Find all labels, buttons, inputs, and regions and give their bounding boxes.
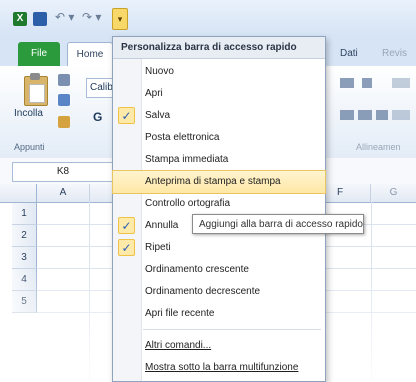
paste-button-label[interactable]: Incolla <box>14 108 43 119</box>
menu-item-label: Controllo ortografia <box>145 198 231 209</box>
menu-item-label: Mostra sotto la barra multifunzione <box>145 362 299 373</box>
column-header-a[interactable]: A <box>37 184 90 202</box>
merge-icon[interactable] <box>376 110 388 120</box>
menu-item-mostra-sotto[interactable]: Mostra sotto la barra multifunzione <box>113 357 325 379</box>
menu-item-apri[interactable]: Apri <box>113 83 325 105</box>
excel-window: X ↶ ▾ ↷ ▾ ▾ File Home Dati Revis Incolla… <box>0 0 416 382</box>
grid-line <box>89 202 90 381</box>
row-header-4[interactable]: 4 <box>12 269 37 291</box>
quick-access-toolbar: X ↶ ▾ ↷ ▾ ▾ <box>0 0 416 36</box>
undo-icon[interactable]: ↶ ▾ <box>55 10 77 24</box>
menu-item-nuovo[interactable]: Nuovo <box>113 61 325 83</box>
save-icon[interactable] <box>33 12 47 26</box>
menu-item-label: Ordinamento decrescente <box>145 286 261 297</box>
orientation-dropdown-icon[interactable] <box>362 78 372 88</box>
row-header-3[interactable]: 3 <box>12 247 37 269</box>
menu-item-stampa-immediata[interactable]: Stampa immediata <box>113 149 325 171</box>
bold-button[interactable]: G <box>93 110 102 124</box>
menu-item-label: Stampa immediata <box>145 154 229 165</box>
menu-item-altri-comandi[interactable]: Altri comandi... <box>113 335 325 357</box>
row-header-2[interactable]: 2 <box>12 225 37 247</box>
alignment-group-label: Allineamen <box>356 142 401 152</box>
align-left-icon[interactable] <box>392 110 410 120</box>
menu-item-ripeti[interactable]: ✓ Ripeti <box>113 237 325 259</box>
copy-icon[interactable] <box>58 94 70 106</box>
menu-item-apri-file-recente[interactable]: Apri file recente <box>113 303 325 325</box>
menu-item-label: Ordinamento crescente <box>145 264 249 275</box>
menu-item-anteprima-di-stampa[interactable]: Anteprima di stampa e stampa <box>112 170 326 194</box>
excel-app-icon[interactable]: X <box>13 12 27 26</box>
menu-item-label: Nuovo <box>145 66 174 77</box>
increase-indent-icon[interactable] <box>358 110 372 120</box>
clipboard-group-label: Appunti <box>14 142 45 152</box>
check-icon: ✓ <box>118 217 135 234</box>
row-header-1[interactable]: 1 <box>12 203 37 225</box>
menu-item-label: Apri <box>145 88 163 99</box>
customize-qat-menu: Personalizza barra di accesso rapido Nuo… <box>112 36 326 382</box>
tooltip: Aggiungi alla barra di accesso rapido <box>192 214 364 234</box>
menu-item-label: Apri file recente <box>145 308 215 319</box>
select-all-corner[interactable] <box>12 184 37 202</box>
customize-dropdown-icon[interactable]: ▾ <box>112 8 128 30</box>
menu-item-label: Anteprima di stampa e stampa <box>145 176 281 187</box>
menu-item-salva[interactable]: ✓ Salva <box>113 105 325 127</box>
format-painter-icon[interactable] <box>58 116 70 128</box>
menu-item-posta-elettronica[interactable]: Posta elettronica <box>113 127 325 149</box>
column-header-g[interactable]: G <box>371 184 416 202</box>
cut-icon[interactable] <box>58 74 70 86</box>
menu-item-label: Posta elettronica <box>145 132 220 143</box>
orientation-icon[interactable] <box>340 78 354 88</box>
menu-item-label: Salva <box>145 110 171 121</box>
menu-separator <box>143 329 321 330</box>
tab-home[interactable]: Home <box>67 42 113 67</box>
decrease-indent-icon[interactable] <box>340 110 354 120</box>
grid-line <box>371 202 372 381</box>
align-top-icon[interactable] <box>392 78 410 88</box>
paste-icon[interactable] <box>24 73 48 106</box>
tab-revisione[interactable]: Revis <box>382 42 407 66</box>
redo-icon[interactable]: ↷ ▾ <box>82 10 104 24</box>
menu-title: Personalizza barra di accesso rapido <box>113 37 325 59</box>
menu-item-ordinamento-decrescente[interactable]: Ordinamento decrescente <box>113 281 325 303</box>
menu-item-label: Annulla <box>145 220 179 231</box>
menu-item-ordinamento-crescente[interactable]: Ordinamento crescente <box>113 259 325 281</box>
menu-item-label: Altri comandi... <box>145 340 212 351</box>
check-icon: ✓ <box>118 107 135 124</box>
menu-item-label: Ripeti <box>145 242 171 253</box>
menu-item-controllo-ortografia[interactable]: Controllo ortografia <box>113 193 325 215</box>
name-box[interactable]: K8 <box>12 162 114 182</box>
tab-dati[interactable]: Dati <box>340 42 358 66</box>
row-header-5[interactable]: 5 <box>12 291 37 313</box>
tab-file[interactable]: File <box>18 42 60 66</box>
check-icon: ✓ <box>118 239 135 256</box>
